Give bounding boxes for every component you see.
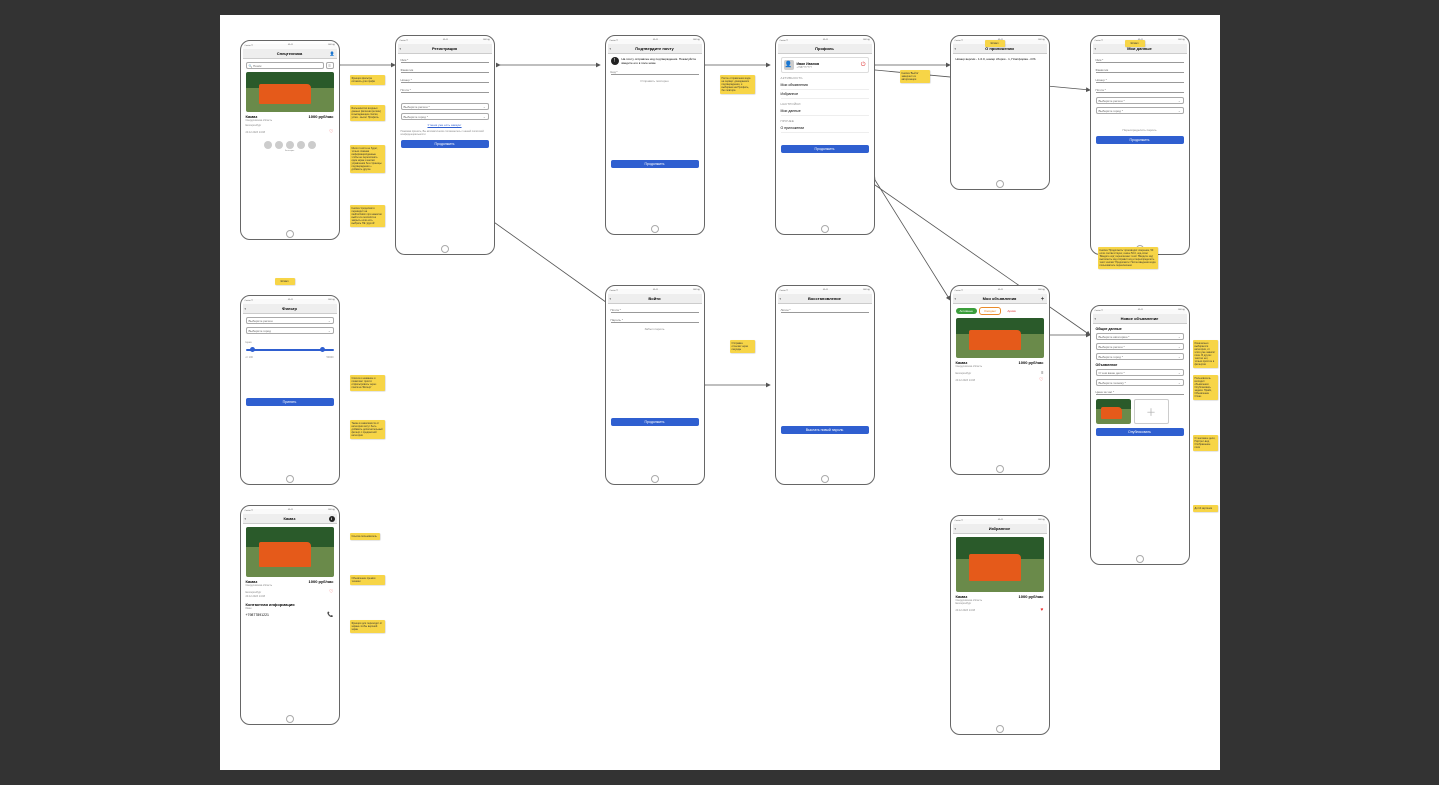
menu-icon[interactable]: ≡ [1041,370,1043,375]
surname-field[interactable]: Фамилия [401,67,489,73]
add-icon[interactable]: ＋ [1041,296,1045,302]
listing-image[interactable] [956,537,1044,592]
chip-active[interactable]: Активные [956,308,977,314]
back-icon[interactable]: ‹ [245,516,246,521]
screen-about: Carrier ᯤ09:41100% ▮ ‹О приложении Номер… [950,35,1050,190]
screen-filter: Carrier ᯤ09:41100% ▮ ‹Фильтр Выберите ре… [240,295,340,485]
sticky-note: Штамп [1125,40,1145,47]
code-field[interactable]: Код * [611,69,699,75]
wireframe-board: Carrier ᯤ09:41100% ▮ Спецтехника👤 🔍 Поис… [220,15,1220,770]
heart-icon[interactable]: ♡ [1039,377,1043,383]
filter-button[interactable]: ☰ [326,62,334,69]
back-icon[interactable]: ‹ [245,306,246,311]
sticky-note: После отправления кода на сервер: дожида… [720,75,755,94]
publish-button[interactable]: Опубликовать [1096,428,1184,436]
screen-profile: Carrier ᯤ09:41100% ▮ Профиль 👤Иван Ивано… [775,35,875,235]
heart-icon[interactable]: ♡ [329,129,333,135]
apply-button[interactable]: Принять [246,398,334,406]
phone-field[interactable]: Номер * [401,77,489,83]
sticky-note: Функция фильтра оставить для профи [350,75,385,85]
back-icon[interactable]: ‹ [955,526,956,531]
sticky-note: Функция для переходит от экрана чтобы ве… [350,620,385,633]
sticky-note: О чем ваше дело, Портрет-вид, Отображени… [1193,435,1218,451]
screen-detail: Carrier ᯤ09:41100% ▮ ‹Камазi Камаз1000 р… [240,505,340,725]
logout-icon[interactable]: ⏻ [861,62,866,69]
continue-button[interactable]: Продолжить [401,140,489,148]
favorites-item[interactable]: Избранное [781,90,869,99]
back-icon[interactable]: ‹ [1095,46,1096,51]
about-item[interactable]: О приложении [781,124,869,133]
chip-archive[interactable]: Архив [1003,308,1019,314]
add-image-button[interactable]: ＋ [1134,399,1169,424]
continue-button[interactable]: Продолжить [781,145,869,153]
forgot-link[interactable]: Забыл пароль [611,327,699,331]
city-select[interactable]: Выберите город *⌄ [401,113,489,120]
back-icon[interactable]: ‹ [780,296,781,301]
sticky-note: Много текста не будет, только главная ин… [350,145,385,173]
sticky-note: Список и название и позволяет просто отф… [350,375,385,391]
continue-button[interactable]: Продолжить [611,418,699,426]
sticky-note: Штамп [275,278,295,285]
send-password-button[interactable]: Выслать новый пароль [781,426,869,434]
back-icon[interactable]: ‹ [400,46,401,51]
continue-button[interactable]: Продолжить [611,160,699,168]
sticky-note: Также в зависимости от категории могут б… [350,420,385,439]
sticky-note: Кнопка 'продолжить' переводит на /author… [350,205,385,227]
sticky-note: Большинство входных данных (включая реги… [350,105,385,121]
search-input[interactable]: 🔍 Поиск [246,62,324,69]
screen-registration: Carrier ᯤ09:41100% ▮ ‹Регистрация Имя * … [395,35,495,255]
price-slider[interactable] [246,347,334,353]
avatar: 👤 [784,60,794,70]
have-account-link[interactable]: У меня уже есть аккаунт [401,123,489,127]
reset-password-link[interactable]: Переопределить пароль [1096,128,1184,132]
sticky-note: Штамп [985,40,1005,47]
email-field[interactable]: Почта * [611,307,699,313]
email-field[interactable]: Почта * [401,87,489,93]
name-field[interactable]: Имя * [401,57,489,63]
page-title: Спецтехника [277,51,302,56]
sticky-note: Кнопка 'Продолжить' производит сверение,… [1098,247,1158,269]
continue-button[interactable]: Продолжить [1096,136,1184,144]
profile-icon[interactable]: 👤 [330,51,335,56]
sticky-note: Ссылка пользователь [350,533,380,540]
screen-feed: Carrier ᯤ09:41100% ▮ Спецтехника👤 🔍 Поис… [240,40,340,240]
screen-recover: Carrier ᯤ09:41100% ▮ ‹Восстановление Лог… [775,285,875,485]
resend-link[interactable]: Отправить повторно [611,79,699,83]
info-icon[interactable]: i [329,516,335,522]
region-select[interactable]: Выберите регион *⌄ [401,103,489,110]
chip-waiting[interactable]: Ожидает [979,307,1001,315]
listing-image[interactable] [246,72,334,112]
listing-image [246,527,334,577]
screen-confirm-email: Carrier ᯤ09:41100% ▮ ‹Подтвердите почту … [605,35,705,235]
my-data-item[interactable]: Мои данные [781,107,869,116]
uploaded-image[interactable] [1096,399,1131,424]
back-icon[interactable]: ‹ [955,46,956,51]
back-icon[interactable]: ‹ [1095,316,1096,321]
phone-icon[interactable]: 📞 [327,612,333,618]
sticky-note: Объявление премия техники [350,575,385,585]
sticky-note: До 10 картинок [1193,505,1218,512]
heart-icon[interactable]: ♥ [1041,607,1044,613]
back-icon[interactable]: ‹ [610,296,611,301]
sticky-note: Кнопка 'Выйти' завершит из авторизации [900,70,930,83]
sticky-note: Отправка отсылки через секунды [730,340,755,353]
heart-icon[interactable]: ♡ [329,589,333,595]
screen-login: Carrier ᯤ09:41100% ▮ ‹Войти Почта * Паро… [605,285,705,485]
my-listings-item[interactable]: Мои объявления [781,81,869,90]
info-icon: ! [611,57,619,65]
listing-image[interactable] [956,318,1044,358]
password-field[interactable]: Пароль * [611,317,699,323]
screen-my-data: Carrier ᯤ09:41100% ▮ ‹Мои данные Имя * Ф… [1090,35,1190,255]
back-icon[interactable]: ‹ [955,296,956,301]
login-field[interactable]: Логин * [781,307,869,313]
screen-new-listing: Carrier ᯤ09:41100% ▮ ‹Новое объявление О… [1090,305,1190,565]
back-icon[interactable]: ‹ [610,46,611,51]
screen-favorites: Carrier ᯤ09:41100% ▮ ‹Избранное Камаз100… [950,515,1050,735]
sticky-note: Пользователь взглядит объявления: Опубли… [1193,375,1218,400]
sticky-note: Изначально выбирается категория, от этог… [1193,340,1218,368]
screen-my-listings: Carrier ᯤ09:41100% ▮ ‹Мои объявления＋ Ак… [950,285,1050,475]
